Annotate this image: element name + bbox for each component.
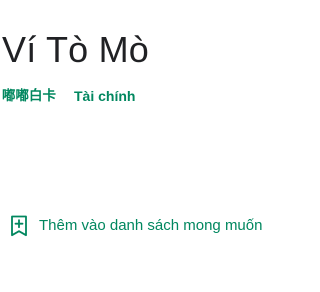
- developer-link[interactable]: 嘟嘟白卡: [2, 86, 56, 106]
- add-to-wishlist-button[interactable]: Thêm vào danh sách mong muốn: [2, 212, 268, 240]
- app-meta-row: 嘟嘟白卡 Tài chính: [2, 86, 135, 106]
- bookmark-add-icon: [8, 214, 30, 238]
- add-to-wishlist-label: Thêm vào danh sách mong muốn: [39, 217, 263, 234]
- app-title: Ví Tò Mò: [2, 29, 149, 70]
- category-link[interactable]: Tài chính: [74, 86, 135, 106]
- app-header: Ví Tò Mò 嘟嘟白卡 Tài chính Thêm vào danh sá…: [0, 0, 300, 292]
